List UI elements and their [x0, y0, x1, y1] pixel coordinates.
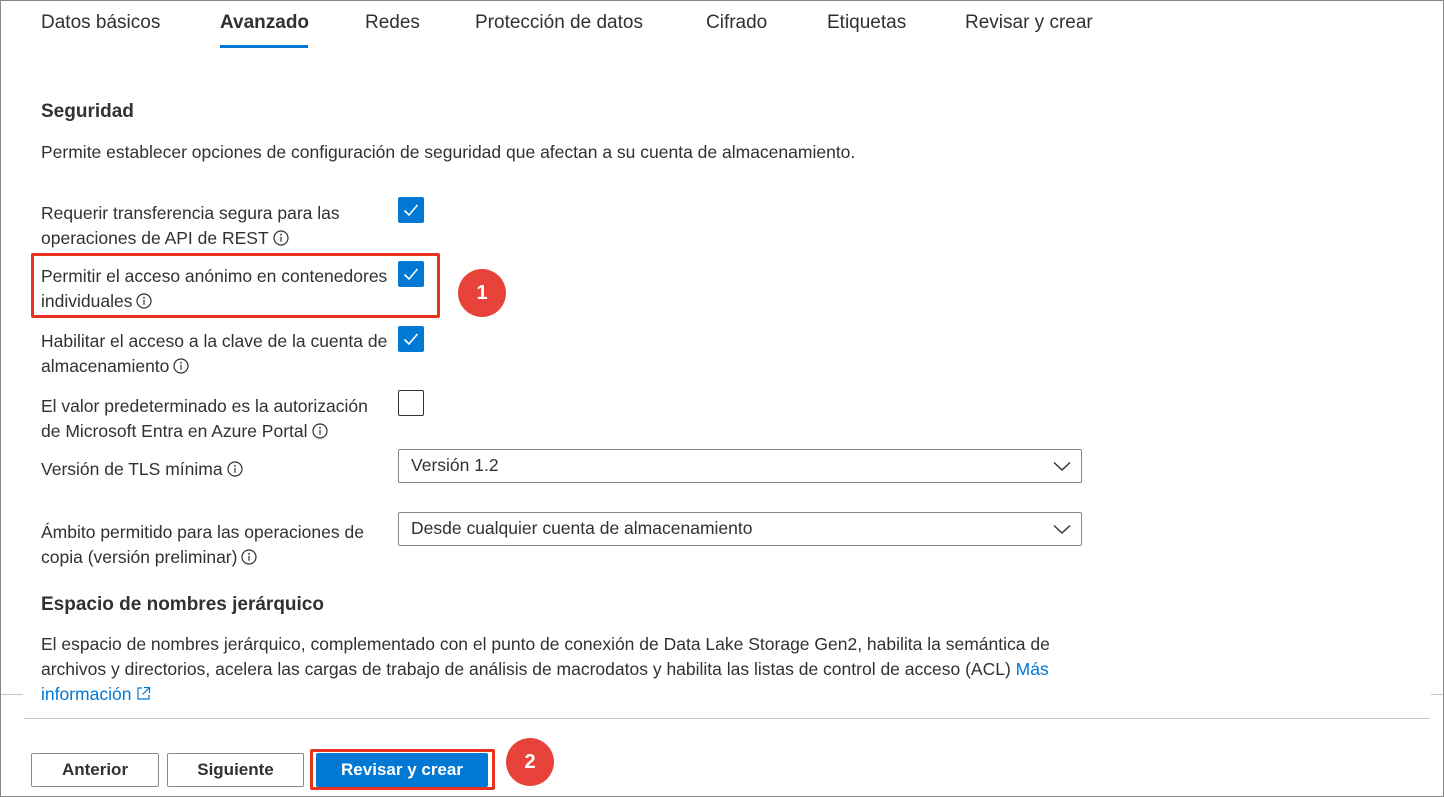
account-key-access-label-text: Habilitar el acceso a la clave de la cue…: [41, 331, 388, 376]
secure-transfer-checkbox[interactable]: [398, 197, 424, 223]
account-key-access-checkbox[interactable]: [398, 326, 424, 352]
tab-avanzado[interactable]: Avanzado: [220, 12, 309, 34]
tab-cifrado[interactable]: Cifrado: [706, 12, 767, 34]
hns-description-text: El espacio de nombres jerárquico, comple…: [41, 634, 1050, 679]
hns-heading: Espacio de nombres jerárquico: [41, 594, 324, 615]
tls-label-text: Versión de TLS mínima: [41, 459, 223, 479]
hns-description: El espacio de nombres jerárquico, comple…: [41, 632, 1081, 707]
separator-stub-left: [1, 694, 23, 695]
separator-stub-right: [1431, 694, 1443, 695]
tab-redes[interactable]: Redes: [365, 12, 420, 34]
copy-scope-value: Desde cualquier cuenta de almacenamiento: [411, 518, 753, 538]
step-badge-1: 1: [458, 269, 506, 317]
info-icon[interactable]: [241, 549, 258, 565]
tab-proteccion-datos[interactable]: Protección de datos: [475, 12, 643, 34]
secure-transfer-label-text: Requerir transferencia segura para las o…: [41, 203, 340, 248]
callout-highlight-2: [310, 749, 495, 790]
storage-account-create-advanced-page: Datos básicos Avanzado Redes Protección …: [0, 0, 1444, 797]
tls-version-dropdown[interactable]: Versión 1.2: [398, 449, 1082, 483]
external-link-icon: [137, 686, 151, 700]
info-icon[interactable]: [311, 423, 328, 439]
tls-label: Versión de TLS mínima: [41, 457, 391, 482]
tab-datos-basicos[interactable]: Datos básicos: [41, 12, 160, 34]
tab-revisar-crear[interactable]: Revisar y crear: [965, 12, 1093, 34]
checkmark-icon: [403, 204, 419, 217]
tls-version-value: Versión 1.2: [411, 455, 499, 475]
copy-scope-label-text: Ámbito permitido para las operaciones de…: [41, 522, 364, 567]
entra-default-auth-checkbox[interactable]: [398, 390, 424, 416]
callout-highlight-1: [31, 253, 440, 318]
checkmark-icon: [403, 333, 419, 346]
account-key-access-label: Habilitar el acceso a la clave de la cue…: [41, 329, 391, 379]
info-icon[interactable]: [173, 358, 190, 374]
entra-default-auth-label: El valor predeterminado es la autorizaci…: [41, 394, 391, 444]
security-description: Permite establecer opciones de configura…: [41, 142, 856, 162]
security-heading: Seguridad: [41, 101, 134, 122]
copy-scope-dropdown[interactable]: Desde cualquier cuenta de almacenamiento: [398, 512, 1082, 546]
active-tab-indicator: [220, 45, 308, 48]
tab-etiquetas[interactable]: Etiquetas: [827, 12, 906, 34]
previous-button[interactable]: Anterior: [31, 753, 159, 787]
step-badge-2: 2: [506, 738, 554, 786]
info-icon[interactable]: [226, 461, 243, 477]
chevron-down-icon: [1053, 524, 1071, 534]
info-icon[interactable]: [273, 230, 289, 246]
copy-scope-label: Ámbito permitido para las operaciones de…: [41, 520, 391, 570]
secure-transfer-label: Requerir transferencia segura para las o…: [41, 201, 391, 251]
next-button[interactable]: Siguiente: [167, 753, 304, 787]
chevron-down-icon: [1053, 461, 1071, 471]
footer-separator: [24, 718, 1430, 719]
